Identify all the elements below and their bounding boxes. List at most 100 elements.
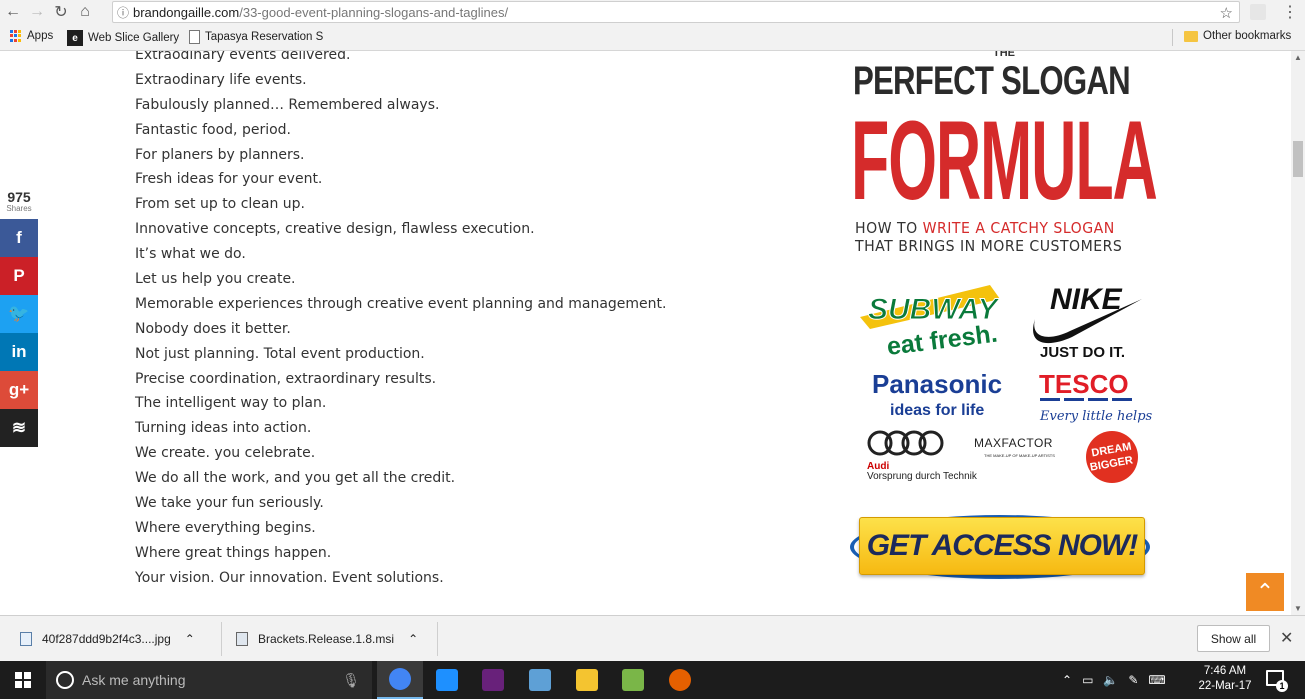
chevron-up-icon[interactable]: ⌃ xyxy=(185,632,195,646)
share-googleplus-button[interactable]: g+ xyxy=(0,371,38,409)
slogan-item: We create. you celebrate. xyxy=(135,445,316,462)
brand-logos: SUBWAY eat fresh. NIKE JUST DO IT. Panas… xyxy=(850,269,1153,491)
bookmark-label: Web Slice Gallery xyxy=(88,32,180,44)
bookmark-apps[interactable]: Apps xyxy=(10,30,53,42)
forward-icon[interactable]: → xyxy=(26,1,48,23)
show-all-button[interactable]: Show all xyxy=(1197,625,1270,652)
slogan-item: Extraodinary events delivered. xyxy=(135,51,351,63)
slogan-item: Fabulously planned… Remembered always. xyxy=(135,96,440,113)
twitter-icon: 🐦 xyxy=(8,304,30,323)
windows-taskbar: Ask me anything 🎙 ⌃ ▭ 🔈 ✎ ⌨ 7:46 AM 22-M… xyxy=(0,661,1305,699)
download-item[interactable]: 40f287ddd9b2f4c3....jpg ⌃ xyxy=(20,624,195,654)
clock-date: 22-Mar-17 xyxy=(1198,680,1252,692)
battery-icon[interactable]: ▭ xyxy=(1082,673,1093,687)
download-separator xyxy=(437,622,438,656)
slogan-item: Let us help you create. xyxy=(135,271,296,288)
get-access-button[interactable]: GET ACCESS NOW! xyxy=(859,517,1145,575)
back-icon[interactable]: ← xyxy=(2,1,24,23)
other-bookmarks[interactable]: Other bookmarks xyxy=(1184,30,1291,42)
address-bar[interactable]: ⓘ brandongaille.com/33-good-event-planni… xyxy=(112,1,1240,23)
ad-brings: THAT BRINGS IN MORE CUSTOMERS xyxy=(855,237,1123,255)
nike-logo: NIKE JUST DO IT. xyxy=(1033,283,1142,361)
slogan-item: We do all the work, and you get all the … xyxy=(135,470,456,487)
taskbar-app-visual-studio[interactable] xyxy=(470,661,516,699)
browser-menu-icon[interactable]: ⋮ xyxy=(1282,2,1298,22)
firefox-icon xyxy=(669,669,691,691)
taskbar-app-file-explorer[interactable] xyxy=(564,661,610,699)
page-scrollbar[interactable]: ▲ ▼ xyxy=(1291,51,1305,615)
close-icon[interactable]: ✕ xyxy=(1280,628,1293,648)
ad-write-catchy: WRITE A CATCHY SLOGAN xyxy=(922,219,1115,237)
bookmark-label: Apps xyxy=(27,30,54,42)
microphone-icon[interactable]: 🎙 xyxy=(342,672,360,689)
taskbar-app-firefox[interactable] xyxy=(657,661,703,699)
share-bar: 975 Shares f P 🐦 in g+ ≋ xyxy=(0,190,38,447)
folder-icon xyxy=(1184,30,1198,42)
googleplus-icon: g+ xyxy=(8,380,30,399)
share-count: 975 xyxy=(7,189,31,205)
slogan-item: Turning ideas into action. xyxy=(135,420,312,437)
taskbar-app-virtualbox[interactable] xyxy=(517,661,563,699)
bookmark-web-slice-gallery[interactable]: e Web Slice Gallery xyxy=(67,30,179,46)
share-twitter-button[interactable]: 🐦 xyxy=(0,295,38,333)
browser-toolbar: ← → ↻ ⌂ ⓘ brandongaille.com/33-good-even… xyxy=(0,0,1305,24)
bookmarks-bar: Apps e Web Slice Gallery Tapasya Reserva… xyxy=(0,24,1305,51)
taskbar-app-edge[interactable] xyxy=(424,661,470,699)
share-buffer-button[interactable]: ≋ xyxy=(0,409,38,447)
url-path: /33-good-event-planning-slogans-and-tagl… xyxy=(239,4,509,20)
share-count-label: Shares xyxy=(6,204,32,213)
start-button[interactable] xyxy=(0,661,46,699)
chrome-icon xyxy=(389,668,411,690)
info-icon[interactable]: ⓘ xyxy=(113,4,133,21)
buffer-icon: ≋ xyxy=(11,418,27,437)
bookmark-star-icon[interactable]: ☆ xyxy=(1220,4,1233,22)
share-linkedin-button[interactable]: in xyxy=(0,333,38,371)
reload-icon[interactable]: ↻ xyxy=(50,1,72,23)
slogan-item: Memorable experiences through creative e… xyxy=(135,295,667,312)
extension-icon[interactable] xyxy=(1250,4,1266,20)
share-facebook-button[interactable]: f xyxy=(0,219,38,257)
subway-logo: SUBWAY eat fresh. xyxy=(860,285,1001,361)
slogan-item: Innovative concepts, creative design, fl… xyxy=(135,221,535,238)
panasonic-text: Panasonic xyxy=(872,369,1002,399)
search-placeholder: Ask me anything xyxy=(82,672,186,688)
slogan-item: Where everything begins. xyxy=(135,519,316,536)
chevron-up-icon[interactable]: ⌃ xyxy=(1062,673,1072,687)
notification-badge: 1 xyxy=(1276,680,1288,692)
slogan-item: Nobody does it better. xyxy=(135,320,291,337)
clock[interactable]: 7:46 AM 22-Mar-17 xyxy=(1197,664,1253,694)
ad-the: THE xyxy=(993,51,1015,59)
scrollbar-thumb[interactable] xyxy=(1293,141,1303,177)
taskbar-app-notepad-plus[interactable] xyxy=(610,661,656,699)
slogan-formula-ad[interactable]: THE PERFECT SLOGAN FORMULA HOW TO WRITE … xyxy=(845,51,1158,591)
slogan-item: The intelligent way to plan. xyxy=(135,395,327,412)
share-pinterest-button[interactable]: P xyxy=(0,257,38,295)
ie-icon: e xyxy=(67,30,83,46)
windows-logo-icon xyxy=(15,672,31,688)
scroll-down-arrow-icon[interactable]: ▼ xyxy=(1291,604,1305,613)
panasonic-tag: ideas for life xyxy=(890,402,984,419)
pen-icon[interactable]: ✎ xyxy=(1128,673,1138,687)
scroll-to-top-button[interactable]: ⌃ xyxy=(1246,573,1284,611)
taskbar-app-chrome[interactable] xyxy=(377,661,423,699)
slogan-item: From set up to clean up. xyxy=(135,196,306,213)
page-icon xyxy=(189,30,200,44)
audi-rings-icon xyxy=(867,430,944,456)
nike-tag: JUST DO IT. xyxy=(1040,344,1125,361)
bookmark-tapasya[interactable]: Tapasya Reservation S xyxy=(189,30,323,44)
maxfactor-text: MAXFACTOR xyxy=(974,436,1053,450)
cortana-search[interactable]: Ask me anything 🎙 xyxy=(46,661,372,699)
slogan-list: Extraodinary events delivered. Extraodina… xyxy=(135,51,666,591)
keyboard-icon[interactable]: ⌨ xyxy=(1148,673,1165,687)
clock-time: 7:46 AM xyxy=(1203,665,1247,677)
maxfactor-tag: THE MAKE-UP OF MAKE-UP ARTISTS xyxy=(984,453,1055,458)
tesco-text: TESCO xyxy=(1039,369,1129,399)
url-host: brandongaille.com xyxy=(133,4,240,20)
volume-icon[interactable]: 🔈 xyxy=(1103,673,1118,687)
download-item[interactable]: Brackets.Release.1.8.msi ⌃ xyxy=(236,624,418,654)
home-icon[interactable]: ⌂ xyxy=(74,1,96,23)
scroll-up-arrow-icon[interactable]: ▲ xyxy=(1291,53,1305,62)
linkedin-icon: in xyxy=(11,342,27,361)
chevron-up-icon[interactable]: ⌃ xyxy=(408,632,418,646)
slogan-item: We take your fun seriously. xyxy=(135,495,324,512)
